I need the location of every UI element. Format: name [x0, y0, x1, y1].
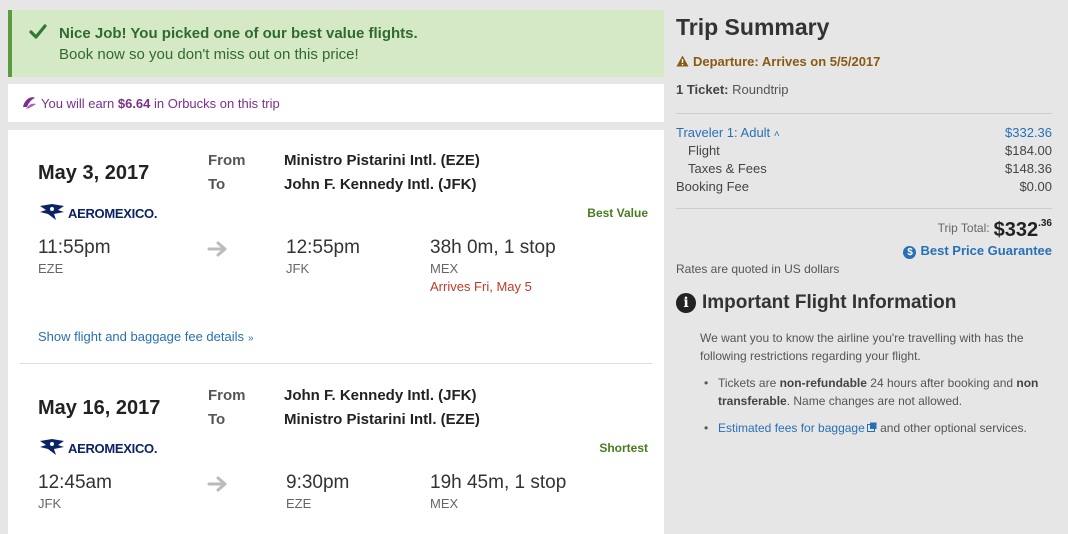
departure-notice: Departure: Arrives on 5/5/2017 — [676, 54, 880, 69]
warning-icon — [676, 55, 689, 67]
shortest-badge: Shortest — [599, 441, 648, 455]
to-label: To — [208, 411, 226, 428]
airline-name: AEROMEXICO. — [68, 441, 158, 456]
aeromexico-knight-icon — [40, 439, 64, 455]
airline-logo: AEROMEXICO. — [38, 437, 168, 459]
baggage-link-label: Estimated fees for baggage — [718, 421, 865, 435]
arrive-code: JFK — [286, 261, 310, 276]
traveler-toggle[interactable]: Traveler 1: Adult ˄ — [676, 125, 780, 140]
arrive-time: 12:55pm — [286, 237, 360, 258]
to-airport: John F. Kennedy Intl. (JFK) — [284, 176, 477, 193]
orbucks-text: You will earn $6.64 in Orbucks on this t… — [41, 96, 280, 111]
trip-total-label: Trip Total: — [937, 221, 990, 235]
bullet: • — [704, 376, 709, 390]
flight-amount: $184.00 — [1005, 143, 1052, 158]
airline-logo: AEROMEXICO. — [38, 202, 168, 224]
trip-total-cents: .36 — [1038, 218, 1052, 229]
important-info-heading: i Important Flight Information — [676, 292, 956, 314]
important-info-title: Important Flight Information — [702, 292, 957, 313]
booking-amount: $0.00 — [1019, 179, 1052, 194]
aeromexico-knight-icon — [40, 204, 64, 220]
orbucks-icon — [23, 97, 36, 109]
divider — [676, 113, 1052, 114]
success-alert: Nice Job! You picked one of our best val… — [8, 10, 664, 77]
departure-text: Departure: Arrives on 5/5/2017 — [693, 54, 881, 69]
arrive-time: 9:30pm — [286, 472, 350, 493]
divider — [676, 208, 1052, 209]
orbucks-banner: You will earn $6.64 in Orbucks on this t… — [8, 84, 664, 122]
chevron-up-icon: ˄ — [773, 129, 780, 140]
baggage-text: Estimated fees for baggage and other opt… — [718, 419, 1054, 437]
trip-total-amount: $332 — [993, 219, 1039, 241]
traveler-total: $332.36 — [1005, 125, 1052, 140]
arrives-note: Arrives Fri, May 5 — [430, 279, 532, 294]
b1-pre: Tickets are — [718, 376, 777, 390]
booking-label: Booking Fee — [676, 179, 749, 194]
flight-label: Flight — [688, 143, 720, 158]
b1-mid: 24 hours after booking and — [870, 376, 1014, 390]
from-airport: Ministro Pistarini Intl. (EZE) — [284, 152, 480, 169]
b1-post: . Name changes are not allowed. — [786, 394, 963, 408]
info-icon: i — [676, 293, 696, 313]
ticket-info: 1 Ticket: Roundtrip — [676, 82, 789, 97]
to-airport: Ministro Pistarini Intl. (EZE) — [284, 411, 480, 428]
orbucks-prefix: You will earn — [41, 96, 115, 111]
stop-code: MEX — [430, 496, 459, 511]
trip-summary-panel: Trip Summary Departure: Arrives on 5/5/2… — [664, 0, 1068, 534]
best-price-guarantee-link[interactable]: $ Best Price Guarantee — [903, 243, 1052, 259]
b2-post: and other optional services. — [880, 421, 1027, 435]
b1-nonrefundable: non-refundable — [779, 376, 867, 390]
traveler-label: Traveler 1: Adult — [676, 125, 771, 140]
to-label: To — [208, 176, 226, 193]
depart-time: 11:55pm — [38, 237, 111, 258]
orbucks-suffix: in Orbucks on this trip — [154, 96, 280, 111]
chevron-down-icon: » — [248, 333, 254, 344]
arrive-code: EZE — [286, 496, 312, 511]
from-airport: John F. Kennedy Intl. (JFK) — [284, 387, 477, 404]
trip-total: Trip Total: $332.36 — [938, 218, 1052, 242]
show-details-label: Show flight and baggage fee details — [38, 329, 244, 344]
flight-duration: 19h 45m, 1 stop — [430, 472, 567, 493]
baggage-fees-link[interactable]: Estimated fees for baggage — [718, 421, 877, 435]
flight-leg-return: May 16, 2017 From To John F. Kennedy Int… — [20, 365, 652, 534]
orbucks-amount: $6.64 — [117, 96, 151, 111]
alert-title: Nice Job! You picked one of our best val… — [59, 25, 418, 42]
itinerary-card: May 3, 2017 From To Ministro Pistarini I… — [8, 130, 664, 534]
trip-summary-title: Trip Summary — [676, 14, 830, 40]
dollar-icon: $ — [903, 246, 917, 259]
checkmark-icon — [29, 24, 47, 39]
restriction-text: Tickets are non-refundable 24 hours afte… — [718, 374, 1054, 410]
bullet: • — [704, 421, 709, 435]
flight-details-panel: Nice Job! You picked one of our best val… — [0, 0, 664, 534]
depart-code: EZE — [38, 261, 64, 276]
taxes-amount: $148.36 — [1005, 161, 1052, 176]
best-price-label: Best Price Guarantee — [920, 243, 1052, 258]
flight-leg-outbound: May 3, 2017 From To Ministro Pistarini I… — [20, 130, 652, 364]
from-label: From — [208, 387, 246, 404]
arrow-right-icon — [207, 241, 227, 257]
ticket-type: Roundtrip — [732, 82, 789, 97]
taxes-label: Taxes & Fees — [688, 161, 767, 176]
depart-time: 12:45am — [38, 472, 112, 493]
external-link-icon — [866, 422, 877, 432]
airline-name: AEROMEXICO. — [68, 206, 158, 221]
alert-subtitle: Book now so you don't miss out on this p… — [59, 46, 359, 63]
info-intro: We want you to know the airline you're t… — [700, 331, 1024, 363]
show-details-link[interactable]: Show flight and baggage fee details » — [38, 329, 254, 344]
from-label: From — [208, 152, 246, 169]
leg-date: May 3, 2017 — [38, 162, 150, 184]
rates-note: Rates are quoted in US dollars — [676, 262, 840, 276]
leg-date: May 16, 2017 — [38, 397, 161, 419]
flight-duration: 38h 0m, 1 stop — [430, 237, 556, 258]
ticket-label: 1 Ticket: — [676, 82, 729, 97]
arrow-right-icon — [207, 476, 227, 492]
depart-code: JFK — [38, 496, 62, 511]
best-value-badge: Best Value — [587, 206, 648, 220]
stop-code: MEX — [430, 261, 459, 276]
